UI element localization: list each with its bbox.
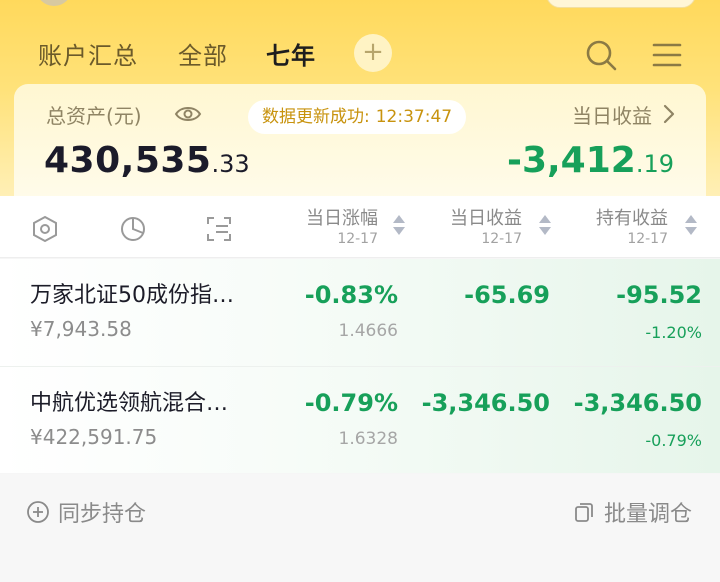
fund-holding-profit: -95.52: [616, 281, 702, 309]
hexagon-settings-icon[interactable]: [30, 214, 60, 244]
sort-icon[interactable]: [538, 212, 552, 238]
sync-holdings-button[interactable]: 同步持仓: [26, 496, 146, 528]
pie-chart-icon[interactable]: [118, 214, 148, 244]
chevron-right-icon[interactable]: [660, 102, 678, 126]
fund-daily-change: -0.79%: [304, 389, 398, 417]
update-status-badge: 数据更新成功: 12:37:47: [248, 100, 467, 134]
total-asset-decimal: .33: [211, 150, 250, 178]
fund-daily-change: -0.83%: [304, 281, 398, 309]
fund-holding-profit: -3,346.50: [573, 389, 702, 417]
col-holding-profit-title[interactable]: 持有收益: [558, 204, 668, 230]
total-asset-value: 430,535.33: [44, 140, 250, 181]
tab-account-summary[interactable]: 账户汇总: [38, 36, 138, 71]
add-tab-button[interactable]: +: [354, 34, 392, 72]
scan-icon[interactable]: [204, 214, 234, 244]
update-status-text: 数据更新成功:: [262, 107, 370, 127]
plus-circle-icon: [27, 501, 49, 523]
fund-holding-percent: -0.79%: [645, 431, 702, 450]
tab-all[interactable]: 全部: [178, 36, 228, 71]
col-daily-change-title[interactable]: 当日涨幅: [268, 204, 378, 230]
col-daily-change-date: 12-17: [337, 231, 378, 247]
fund-amount: ¥7,943.58: [30, 317, 132, 341]
footer-actions: 同步持仓 批量调仓: [0, 474, 720, 582]
tab-seven-years[interactable]: 七年: [266, 36, 316, 71]
sync-holdings-label: 同步持仓: [58, 502, 147, 527]
fund-holding-percent: -1.20%: [645, 323, 702, 342]
fund-name: 中航优选领航混合…: [30, 391, 229, 416]
menu-icon[interactable]: [652, 40, 682, 70]
col-daily-profit-title[interactable]: 当日收益: [412, 204, 522, 230]
col-daily-profit-date: 12-17: [481, 231, 522, 247]
batch-adjust-label: 批量调仓: [603, 502, 692, 527]
total-asset-label: 总资产(元): [46, 104, 142, 128]
batch-adjust-button[interactable]: 批量调仓: [572, 496, 692, 528]
daily-profit-value: -3,412.19: [507, 140, 674, 181]
search-icon[interactable]: [584, 38, 618, 72]
fund-daily-profit: -65.69: [464, 281, 550, 309]
copy-icon: [575, 503, 593, 522]
eye-icon[interactable]: [174, 104, 202, 124]
sort-icon[interactable]: [684, 212, 698, 238]
daily-profit-label[interactable]: 当日收益: [572, 100, 652, 129]
fund-row[interactable]: 万家北证50成份指… ¥7,943.58 -0.83% 1.4666 -65.6…: [0, 259, 720, 366]
column-header-bar: 当日涨幅 12-17 当日收益 12-17 持有收益 12-17: [0, 196, 720, 258]
top-action-pill[interactable]: [546, 0, 696, 8]
daily-profit-decimal: .19: [635, 150, 674, 178]
col-holding-profit-date: 12-17: [627, 231, 668, 247]
daily-profit-integer: -3,412: [507, 140, 636, 181]
sort-icon[interactable]: [392, 212, 406, 238]
asset-summary-card: 总资产(元) 430,535.33 数据更新成功: 12:37:47 当日收益 -…: [14, 84, 706, 196]
fund-row[interactable]: 中航优选领航混合… ¥422,591.75 -0.79% 1.6328 -3,3…: [0, 366, 720, 473]
fund-name: 万家北证50成份指…: [30, 283, 234, 308]
total-asset-integer: 430,535: [44, 140, 212, 181]
fund-daily-profit: -3,346.50: [421, 389, 550, 417]
fund-list: 万家北证50成份指… ¥7,943.58 -0.83% 1.4666 -65.6…: [0, 259, 720, 473]
update-time: 12:37:47: [375, 107, 453, 127]
fund-amount: ¥422,591.75: [30, 425, 158, 449]
fund-nav: 1.4666: [338, 321, 398, 341]
fund-nav: 1.6328: [338, 429, 398, 449]
